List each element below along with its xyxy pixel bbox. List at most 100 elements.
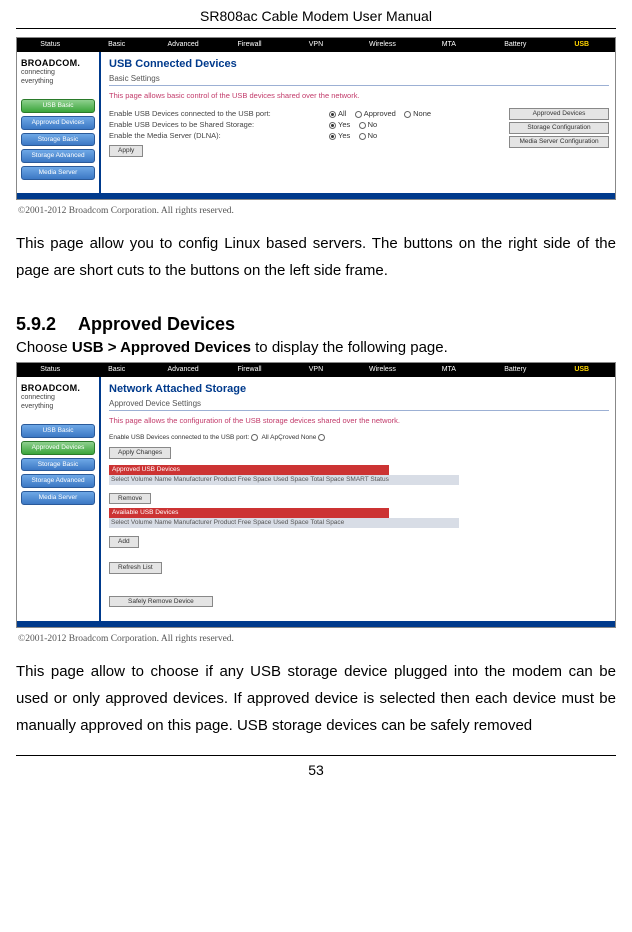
nav-vpn[interactable]: VPN — [283, 38, 349, 52]
nav-mta[interactable]: MTA — [416, 38, 482, 52]
approved-strip: Approved USB Devices — [109, 465, 389, 475]
sidebar-storage-basic[interactable]: Storage Basic — [21, 133, 95, 147]
radio-all[interactable] — [251, 434, 258, 441]
nav-wireless[interactable]: Wireless — [349, 38, 415, 52]
opt-label: All — [338, 109, 346, 118]
logo-tag2: everything — [21, 78, 95, 86]
available-table-header: Select Volume Name Manufacturer Product … — [109, 518, 459, 528]
lead-text: Choose — [16, 339, 72, 356]
radio-no[interactable] — [359, 122, 366, 129]
nav-status[interactable]: Status — [17, 363, 83, 377]
nav-firewall[interactable]: Firewall — [216, 38, 282, 52]
panel-desc: This page allows the configuration of th… — [109, 413, 609, 433]
refresh-button[interactable]: Refresh List — [109, 562, 162, 574]
remove-button[interactable]: Remove — [109, 493, 151, 505]
available-strip: Available USB Devices — [109, 508, 389, 518]
nav-battery[interactable]: Battery — [482, 38, 548, 52]
logo-brand: BROADCOM. — [21, 383, 80, 393]
opt-label: No — [368, 131, 378, 140]
opt-label: Yes — [338, 120, 350, 129]
sidebar-storage-basic[interactable]: Storage Basic — [21, 458, 95, 472]
lead-text: to display the following page. — [251, 339, 448, 356]
nav-status[interactable]: Status — [17, 38, 83, 52]
sidebar-usb-basic[interactable]: USB Basic — [21, 424, 95, 438]
panel-subtitle: Approved Device Settings — [109, 399, 609, 412]
panel-desc: This page allows basic control of the US… — [109, 88, 609, 108]
section-title: Approved Devices — [78, 314, 235, 334]
panel-title: Network Attached Storage — [109, 381, 609, 398]
lead-bold: USB > Approved Devices — [72, 339, 251, 356]
paragraph-1: This page allow you to config Linux base… — [16, 216, 616, 294]
opt-label: Yes — [338, 131, 350, 140]
sidebar: BROADCOM. connecting everything USB Basi… — [17, 377, 99, 621]
main-panel: USB Connected Devices Basic Settings Thi… — [99, 52, 615, 193]
screenshot-usb-basic: Status Basic Advanced Firewall VPN Wirel… — [16, 37, 616, 200]
nav-usb[interactable]: USB — [549, 38, 615, 52]
radio-no[interactable] — [359, 133, 366, 140]
row-label: Enable USB Devices to be Shared Storage: — [109, 120, 329, 129]
copyright: ©2001-2012 Broadcom Corporation. All rig… — [16, 630, 616, 644]
nav-mta[interactable]: MTA — [416, 363, 482, 377]
opt-label: None — [413, 109, 431, 118]
opt-label: Approved — [364, 109, 396, 118]
radio-all[interactable] — [329, 111, 336, 118]
radio-yes[interactable] — [329, 133, 336, 140]
sidebar: BROADCOM. connecting everything USB Basi… — [17, 52, 99, 193]
shortcut-storage[interactable]: Storage Configuration — [509, 122, 609, 134]
sidebar-media-server[interactable]: Media Server — [21, 491, 95, 505]
page-header: SR808ac Cable Modem User Manual — [16, 6, 616, 28]
radio-yes[interactable] — [329, 122, 336, 129]
sidebar-approved-devices[interactable]: Approved Devices — [21, 441, 95, 455]
shortcut-approved[interactable]: Approved Devices — [509, 108, 609, 120]
main-panel: Network Attached Storage Approved Device… — [99, 377, 615, 621]
paragraph-2: This page allow to choose if any USB sto… — [16, 644, 616, 749]
nav-battery[interactable]: Battery — [482, 363, 548, 377]
sidebar-storage-advanced[interactable]: Storage Advanced — [21, 474, 95, 488]
safely-remove-button[interactable]: Safely Remove Device — [109, 596, 213, 608]
row-enable-usb: Enable USB Devices connected to the USB … — [109, 433, 609, 443]
opt-text: All ApÇroved None — [261, 434, 316, 441]
nav-wireless[interactable]: Wireless — [349, 363, 415, 377]
nav-vpn[interactable]: VPN — [283, 363, 349, 377]
sidebar-usb-basic[interactable]: USB Basic — [21, 99, 95, 113]
nav-basic[interactable]: Basic — [83, 38, 149, 52]
radio-none[interactable] — [318, 434, 325, 441]
row-label: Enable USB Devices connected to the USB … — [109, 109, 329, 118]
logo-tag1: connecting — [21, 69, 95, 77]
nav-basic[interactable]: Basic — [83, 363, 149, 377]
footer-bar — [17, 193, 615, 199]
panel-title: USB Connected Devices — [109, 56, 609, 73]
nav-usb[interactable]: USB — [549, 363, 615, 377]
panel-subtitle: Basic Settings — [109, 74, 609, 87]
top-nav: Status Basic Advanced Firewall VPN Wirel… — [17, 38, 615, 52]
add-button[interactable]: Add — [109, 536, 139, 548]
sidebar-storage-advanced[interactable]: Storage Advanced — [21, 149, 95, 163]
apply-button[interactable]: Apply — [109, 145, 143, 157]
page-number: 53 — [16, 756, 616, 778]
radio-approved[interactable] — [355, 111, 362, 118]
nav-firewall[interactable]: Firewall — [216, 363, 282, 377]
screenshot-approved-devices: Status Basic Advanced Firewall VPN Wirel… — [16, 362, 616, 628]
section-heading: 5.9.2Approved Devices — [16, 294, 616, 339]
shortcut-media[interactable]: Media Server Configuration — [509, 136, 609, 148]
broadcom-logo: BROADCOM. connecting everything — [21, 58, 95, 96]
apply-changes-button[interactable]: Apply Changes — [109, 447, 171, 459]
logo-brand: BROADCOM. — [21, 58, 80, 68]
radio-none[interactable] — [404, 111, 411, 118]
nav-advanced[interactable]: Advanced — [150, 363, 216, 377]
sidebar-approved-devices[interactable]: Approved Devices — [21, 116, 95, 130]
copyright: ©2001-2012 Broadcom Corporation. All rig… — [16, 202, 616, 216]
approved-table-header: Select Volume Name Manufacturer Product … — [109, 475, 459, 485]
sidebar-media-server[interactable]: Media Server — [21, 166, 95, 180]
nav-advanced[interactable]: Advanced — [150, 38, 216, 52]
broadcom-logo: BROADCOM. connecting everything — [21, 383, 95, 421]
top-nav: Status Basic Advanced Firewall VPN Wirel… — [17, 363, 615, 377]
logo-tag2: everything — [21, 403, 95, 411]
logo-tag1: connecting — [21, 394, 95, 402]
header-rule — [16, 28, 616, 29]
row-label: Enable USB Devices connected to the USB … — [109, 434, 249, 441]
shortcut-column: Approved Devices Storage Configuration M… — [509, 106, 609, 149]
footer-bar — [17, 621, 615, 627]
opt-label: No — [368, 120, 378, 129]
row-label: Enable the Media Server (DLNA): — [109, 131, 329, 140]
